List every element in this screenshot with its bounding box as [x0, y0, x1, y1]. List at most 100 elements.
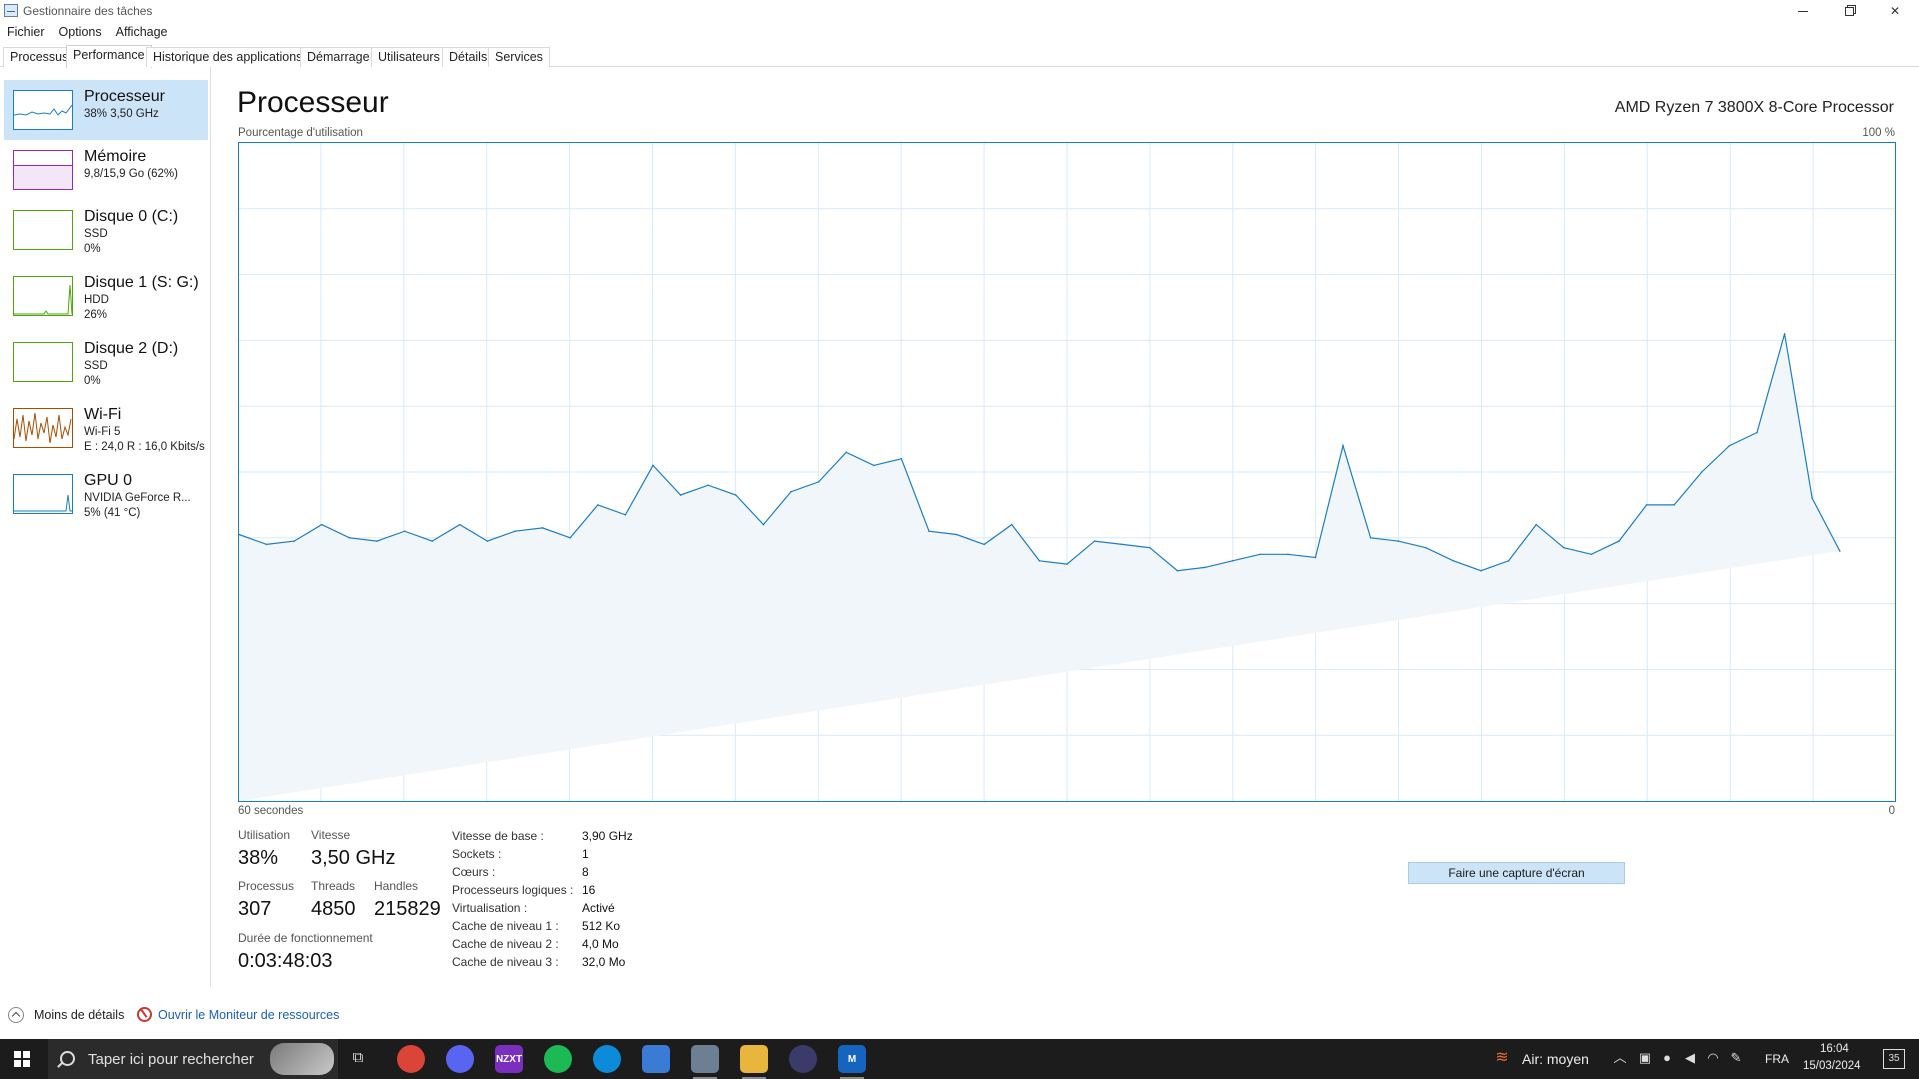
uptime-label: Durée de fonctionnement [238, 931, 373, 945]
sidebar-item-disque-2[interactable]: Disque 2 (D:) SSD 0% [4, 332, 208, 392]
cpu-usage-point [1618, 540, 1620, 542]
task-view-icon[interactable]: ⧉ [351, 1050, 365, 1065]
malwarebytes-icon[interactable]: M [838, 1045, 866, 1079]
tab-demarrage[interactable]: Démarrage [300, 47, 377, 67]
info-label: Processeurs logiques : [452, 883, 574, 897]
sidebar-item-memoire[interactable]: Mémoire 9,8/15,9 Go (62%) [4, 140, 208, 200]
page-title: Processeur [237, 86, 389, 119]
cpu-usage-point [1287, 553, 1289, 556]
obs-icon[interactable] [789, 1045, 817, 1073]
edge-icon[interactable] [593, 1045, 621, 1073]
cpu-usage-point [1756, 431, 1758, 434]
cpu-usage-point [1507, 560, 1510, 562]
sidebar-item-name: Disque 2 (D:) [84, 340, 179, 357]
pen-icon[interactable]: ✎ [1729, 1051, 1743, 1065]
cpu-usage-point [514, 530, 516, 533]
vitesse-label: Vitesse [311, 828, 351, 842]
clock-date[interactable]: 15/03/2024 [1803, 1060, 1861, 1072]
sidebar-item-name: Disque 1 (S: G:) [84, 274, 199, 291]
title-bar: Gestionnaire des tâches ✕ [0, 0, 1919, 22]
threads-value: 4850 [311, 898, 356, 920]
cpu-usage-point [1563, 546, 1565, 549]
cpu-usage-point [1645, 504, 1648, 506]
restore-button[interactable] [1826, 0, 1872, 22]
handles-value: 215829 [374, 898, 441, 920]
sidebar-item-name: Processeur [84, 88, 165, 105]
less-details-link[interactable]: Moins de détails [34, 1008, 124, 1022]
resource-monitor-link[interactable]: Ouvrir le Moniteur de ressources [158, 1008, 339, 1022]
chevron-up-icon[interactable]: ︿ [1613, 1051, 1627, 1065]
windows-start-icon[interactable] [14, 1051, 30, 1067]
clock-time[interactable]: 16:04 [1820, 1043, 1849, 1055]
tab-performance[interactable]: Performance [66, 45, 152, 68]
info-value: 1 [582, 847, 589, 861]
network-icon[interactable]: ◠ [1706, 1051, 1720, 1065]
cpu-usage-point [817, 481, 820, 483]
chart-x-left-label: 60 secondes [238, 805, 304, 817]
menu-fichier[interactable]: Fichier [0, 23, 52, 41]
cpu-usage-point [1176, 569, 1179, 572]
close-button[interactable]: ✕ [1872, 0, 1918, 22]
info-label: Virtualisation : [452, 901, 528, 915]
sidebar-item-disque-0[interactable]: Disque 0 (C:) SSD 0% [4, 200, 208, 260]
sidebar-item-wifi[interactable]: Wi-Fi Wi-Fi 5 E : 24,0 R : 16,0 Kbits/s [4, 398, 208, 458]
info-value: 16 [582, 883, 596, 897]
cpu-usage-chart [238, 142, 1896, 802]
spotify-icon[interactable] [544, 1045, 572, 1073]
cpu-usage-point [679, 494, 682, 496]
cpu-usage-line [238, 333, 1841, 572]
sidebar-item-gpu[interactable]: GPU 0 NVIDIA GeForce R... 5% (41 °C) [4, 464, 208, 524]
taskbar-search[interactable]: Taper ici pour rechercher [48, 1039, 338, 1079]
menu-options[interactable]: Options [52, 23, 109, 41]
task-manager-icon[interactable] [691, 1045, 719, 1079]
cpu-usage-point [652, 464, 654, 467]
utilisation-value: 38% [238, 847, 279, 869]
tab-details[interactable]: Détails [442, 47, 495, 67]
taskbar: Taper ici pour rechercher ⧉ NZXT M ≋ Air… [0, 1039, 1919, 1079]
menu-affichage[interactable]: Affichage [109, 23, 175, 41]
screenshot-button[interactable]: Faire une capture d'écran [1408, 862, 1625, 884]
tab-processus[interactable]: Processus [3, 47, 76, 67]
cpu-usage-point [321, 523, 323, 526]
tab-historique[interactable]: Historique des applications [146, 47, 310, 67]
weather-text[interactable]: Air: moyen [1522, 1051, 1589, 1067]
sidebar-item-detail: HDD [84, 294, 109, 306]
cpu-usage-point [1038, 560, 1041, 562]
cpu-usage-point [1397, 540, 1399, 542]
cpu-usage-point [1121, 543, 1123, 546]
info-label: Cache de niveau 3 : [452, 955, 559, 969]
minimize-button[interactable] [1780, 0, 1826, 22]
chart-y-label: Pourcentage d'utilisation [238, 127, 363, 139]
sidebar-item-usage: 26% [84, 309, 108, 321]
info-value: 3,90 GHz [582, 829, 633, 843]
tab-services[interactable]: Services [488, 47, 550, 67]
chevron-up-icon[interactable] [8, 1007, 24, 1023]
notifications-icon[interactable]: 35 [1883, 1049, 1905, 1069]
performance-sidebar: Processeur 38% 3,50 GHz Mémoire 9,8/15,9… [0, 67, 211, 987]
cpu-usage-point [1728, 444, 1731, 447]
cpu-usage-point [1839, 550, 1841, 552]
sidebar-item-name: Disque 0 (C:) [84, 208, 179, 225]
sidebar-item-processeur[interactable]: Processeur 38% 3,50 GHz [4, 80, 208, 140]
cpu-usage-point [1701, 471, 1703, 473]
cpu-mini-graph [13, 90, 73, 130]
threads-label: Threads [311, 879, 356, 893]
info-label: Cœurs : [452, 865, 496, 879]
sidebar-item-disque-1[interactable]: Disque 1 (S: G:) HDD 26% [4, 266, 208, 326]
sidebar-item-detail: SSD [84, 360, 108, 372]
tab-utilisateurs[interactable]: Utilisateurs [371, 47, 447, 67]
discord-icon[interactable] [446, 1045, 474, 1073]
volume-icon[interactable]: ◀ [1683, 1051, 1697, 1065]
microphone-icon[interactable]: ● [1660, 1051, 1674, 1065]
gpu-mini-graph [13, 474, 73, 514]
processus-label: Processus [238, 879, 295, 893]
chrome-icon[interactable] [397, 1045, 425, 1073]
cpu-usage-point [1342, 444, 1344, 447]
nzxt-icon[interactable]: NZXT [495, 1045, 523, 1073]
language-indicator[interactable]: FRA [1765, 1052, 1789, 1066]
device-icon[interactable]: ▣ [1638, 1051, 1652, 1065]
app-icon[interactable] [642, 1045, 670, 1073]
file-explorer-icon[interactable] [740, 1045, 768, 1079]
weather-icon[interactable]: ≋ [1495, 1050, 1509, 1066]
cpu-usage-point [707, 484, 709, 486]
